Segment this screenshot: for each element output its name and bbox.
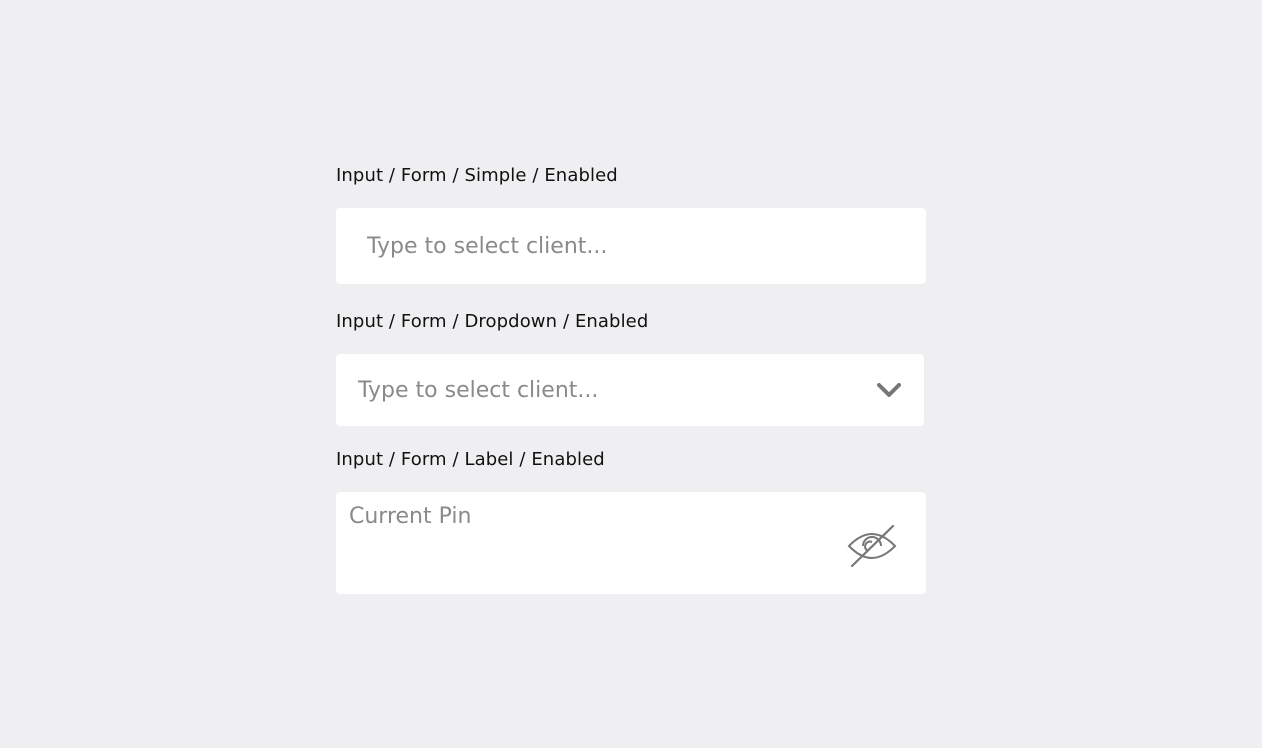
client-search-input[interactable] <box>367 208 907 284</box>
current-pin-input[interactable] <box>349 500 829 532</box>
chevron-down-icon[interactable] <box>876 379 902 401</box>
dropdown-input-section-label: Input / Form / Dropdown / Enabled <box>336 311 649 332</box>
simple-input-section-label: Input / Form / Simple / Enabled <box>336 165 618 186</box>
pin-input-container <box>336 492 926 594</box>
eye-off-icon[interactable] <box>846 524 898 568</box>
dropdown-input-container <box>336 354 924 426</box>
simple-input-container <box>336 208 926 284</box>
client-dropdown-input[interactable] <box>358 354 858 426</box>
label-input-section-label: Input / Form / Label / Enabled <box>336 449 605 470</box>
